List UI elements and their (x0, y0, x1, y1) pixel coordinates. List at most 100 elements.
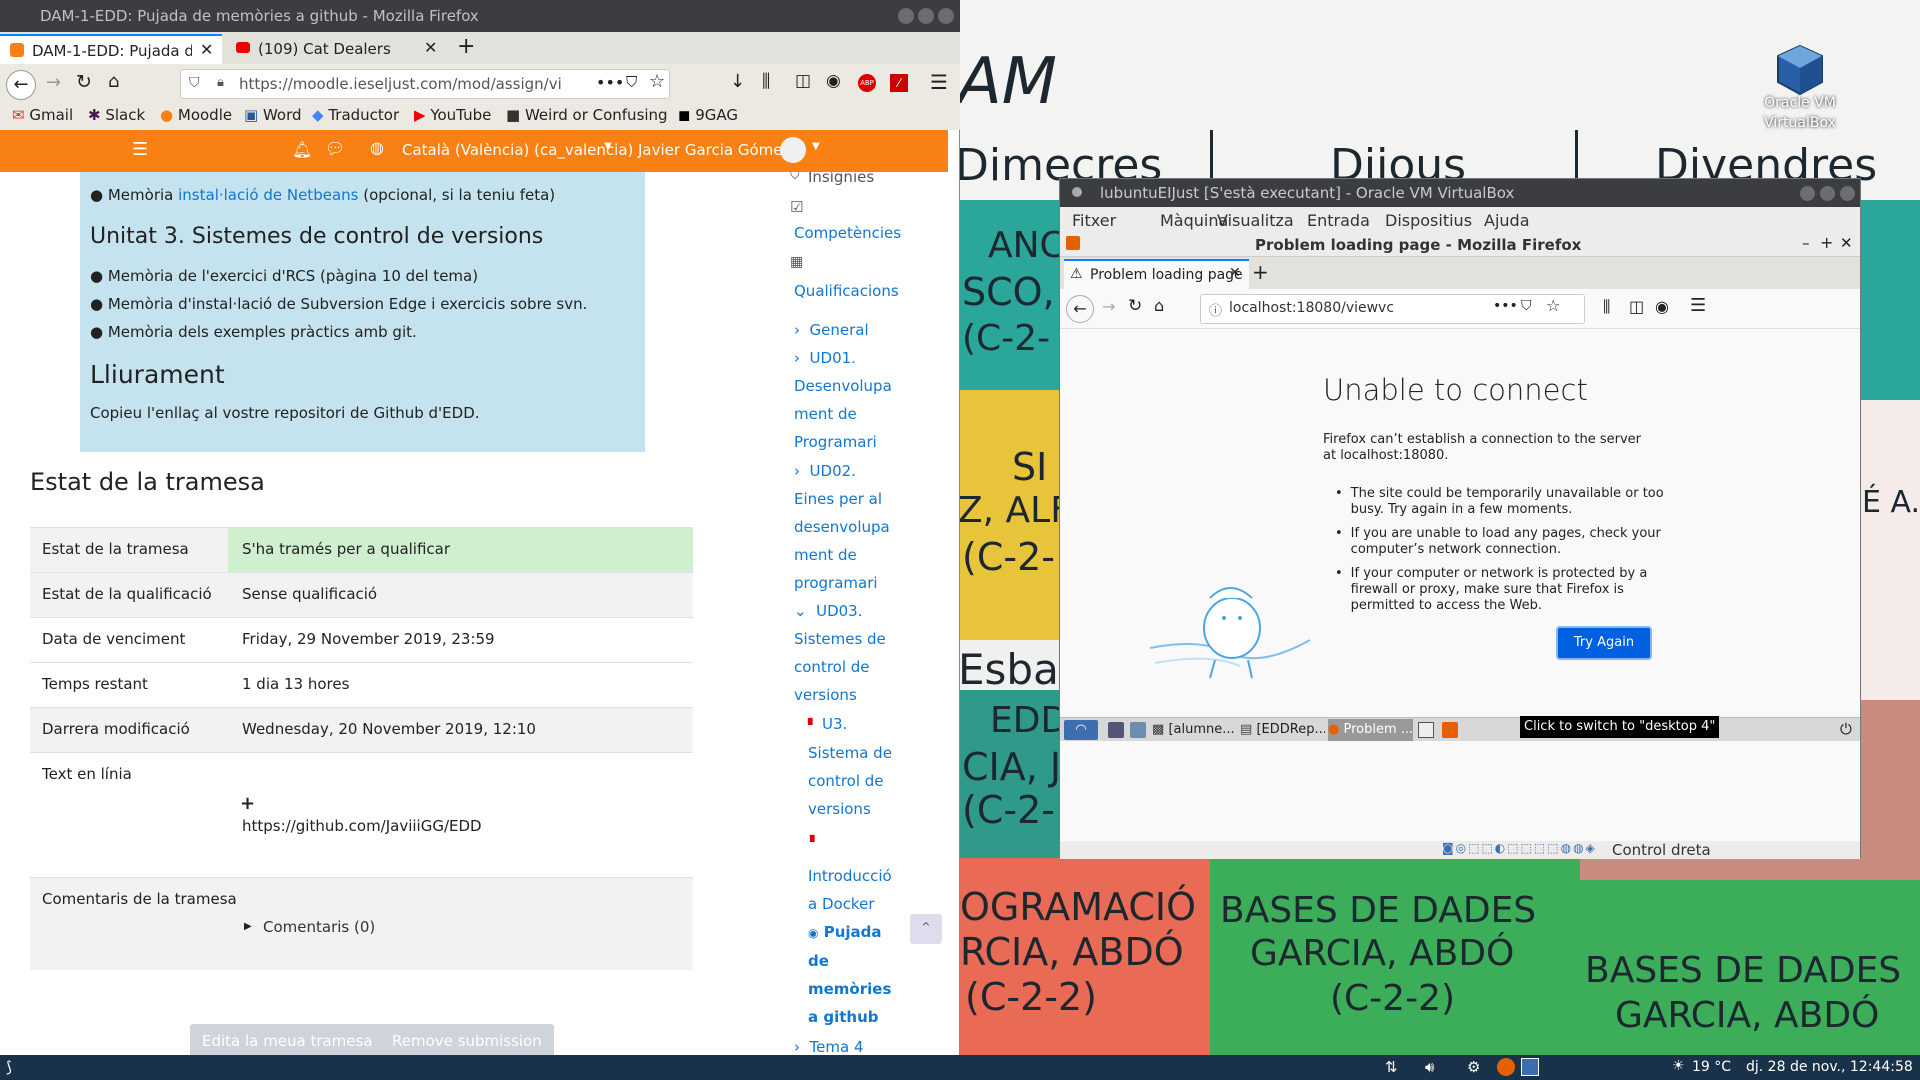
home-button[interactable]: ⌂ (1154, 296, 1164, 315)
maximize-button[interactable] (1820, 186, 1835, 201)
expand-plus-icon[interactable]: + (240, 793, 255, 814)
home-button[interactable]: ⌂ (108, 71, 119, 92)
minimize-button[interactable]: – (1802, 234, 1810, 252)
network-icon[interactable]: ⇅ (1385, 1058, 1398, 1076)
user-name[interactable]: Javier Garcia Gómez (638, 141, 790, 159)
menu-visualitza[interactable]: Visualitza (1217, 211, 1294, 230)
url-bar[interactable]: ⛉ 🔒︎ https://moodle.ieseljust.com/mod/as… (180, 69, 670, 99)
close-tab-icon[interactable]: ✕ (1229, 265, 1241, 281)
device-status-icons[interactable]: ◙◎⬚⬚◐⬚⬚⬚⬚◍◍◈ (1442, 841, 1597, 855)
bookmark-weird[interactable]: ■ Weird or Confusing (506, 106, 668, 124)
bookmark-star-icon[interactable]: ☆ (649, 71, 665, 92)
virtualbox-desktop-icon[interactable] (1768, 42, 1832, 98)
nav-u3-resource[interactable]: ▘ U3. Sistema de control de versions (808, 710, 892, 823)
firefox-titlebar[interactable]: DAM-1-EDD: Pujada de memòries a github -… (0, 0, 960, 32)
taskbar-item-terminal[interactable]: ▩ [alumne... (1152, 719, 1237, 741)
notifications-bell-icon[interactable]: 🔔︎ (292, 140, 312, 159)
file-manager-icon[interactable] (1108, 722, 1124, 738)
virtualbox-titlebar[interactable]: lubuntuEIJust [S'està executant] - Oracl… (1060, 179, 1860, 207)
page-actions-icon[interactable]: ••• (1493, 298, 1518, 314)
extension-icon[interactable]: ⁄ (890, 74, 908, 92)
firefox-task-icon[interactable] (1497, 1058, 1515, 1076)
settings-gear-icon[interactable]: ⚙ (1467, 1058, 1480, 1076)
maximize-button[interactable] (918, 8, 934, 24)
bookmark-moodle[interactable]: ● Moodle (160, 106, 232, 124)
nav-general[interactable]: › General (794, 316, 869, 344)
bookmark-youtube[interactable]: ▶ YouTube (414, 106, 491, 124)
sidebar-icon[interactable]: ◫ (1629, 297, 1644, 316)
desktop-switch-icon[interactable] (1130, 722, 1146, 738)
tab-youtube[interactable]: (109) Cat Dealers ✕ (228, 34, 448, 64)
library-icon[interactable]: ⫼ (1603, 297, 1610, 317)
pocket-icon[interactable]: ⛉ (626, 73, 637, 91)
library-icon[interactable]: ⫼ (762, 71, 770, 92)
nav-ud01[interactable]: › UD01. Desenvolupa ment de Programari (794, 344, 892, 456)
bookmark-9gag[interactable]: ◼ 9GAG (678, 106, 738, 124)
window-icon[interactable] (1418, 722, 1434, 738)
menu-ajuda[interactable]: Ajuda (1484, 211, 1530, 230)
menu-dispositius[interactable]: Dispositius (1385, 211, 1472, 230)
nav-insignies[interactable]: Insígnies (808, 172, 874, 186)
power-icon[interactable]: ⏻ (1840, 720, 1852, 738)
reload-button[interactable]: ↻ (1128, 296, 1142, 316)
scroll-to-top-button[interactable]: ⌃ (910, 914, 942, 944)
nav-drawer-toggle-icon[interactable]: ☰ (132, 139, 148, 160)
virtualbox-task-icon[interactable] (1521, 1058, 1539, 1076)
new-tab-button[interactable]: + (457, 34, 475, 59)
bookmark-slack[interactable]: ✱ Slack (88, 106, 145, 124)
tab-moodle[interactable]: DAM-1-EDD: Pujada de ✕ (0, 34, 222, 64)
netbeans-link[interactable]: instal·lació de Netbeans (178, 186, 358, 204)
edit-submission-button[interactable]: Edita la meua tramesa (190, 1024, 385, 1055)
lubuntu-menu-icon[interactable]: ◠ (1064, 720, 1098, 740)
volume-icon[interactable]: 🔊︎ (1425, 1058, 1434, 1076)
close-window-button[interactable] (938, 8, 954, 24)
back-button[interactable]: ← (6, 70, 36, 100)
nav-competencies[interactable]: Competències (794, 224, 901, 242)
bookmark-word[interactable]: ▣ Word (244, 106, 302, 124)
avatar[interactable] (780, 137, 806, 163)
taskbar-item-firefox[interactable]: ● Problem ... (1328, 719, 1413, 741)
bookmark-star-icon[interactable]: ☆ (1546, 296, 1560, 315)
forward-button[interactable]: → (1102, 297, 1115, 316)
info-icon[interactable]: ⓘ (1209, 300, 1222, 319)
firefox-icon[interactable] (1442, 722, 1458, 738)
nav-docker-resource[interactable]: Introducció a Docker (808, 862, 892, 918)
close-tab-icon[interactable]: ✕ (200, 40, 213, 59)
start-menu-icon[interactable]: ⟆ (6, 1058, 12, 1076)
page-actions-icon[interactable]: ••• (596, 73, 624, 92)
account-icon[interactable]: ◉ (1655, 297, 1669, 316)
remove-submission-button[interactable]: Remove submission (380, 1024, 554, 1055)
close-window-button[interactable]: ✕ (1840, 234, 1853, 252)
bookmark-gmail[interactable]: ✉ Gmail (12, 106, 73, 124)
close-window-button[interactable] (1840, 186, 1855, 201)
forward-button[interactable]: → (46, 72, 61, 93)
nav-qualificacions[interactable]: Qualificacions (794, 282, 899, 300)
nav-pujada-current[interactable]: ◉ Pujada de memòries a github (808, 918, 891, 1031)
menu-entrada[interactable]: Entrada (1307, 211, 1370, 230)
sidebar-icon[interactable]: ◫ (795, 71, 811, 91)
bookmark-traductor[interactable]: ◆ Traductor (312, 106, 399, 124)
comments-link[interactable]: Comentaris (0) (263, 918, 375, 936)
pocket-icon[interactable]: ⛉ (1521, 298, 1532, 314)
messages-icon[interactable]: 💬︎ (325, 139, 345, 158)
new-tab-button[interactable]: + (1252, 260, 1269, 284)
clock[interactable]: dj. 28 de nov., 12:44:58 (1746, 1059, 1913, 1075)
nav-ud02[interactable]: › UD02. Eines per al desenvolupa ment de… (794, 457, 890, 597)
minimize-button[interactable] (1800, 186, 1815, 201)
nav-tema4[interactable]: › Tema 4 (794, 1038, 864, 1055)
lock-icon[interactable]: 🔒︎ (217, 75, 224, 90)
nav-ud03[interactable]: ⌄ UD03. Sistemes de control de versions (794, 597, 886, 709)
close-tab-icon[interactable]: ✕ (424, 38, 437, 57)
guest-firefox-titlebar[interactable]: Problem loading page - Mozilla Firefox –… (1060, 233, 1860, 257)
menu-fitxer[interactable]: Fitxer (1072, 211, 1116, 230)
account-icon[interactable]: ◉ (826, 71, 841, 91)
tab-problem-loading[interactable]: ⚠ Problem loading page ✕ (1064, 259, 1249, 289)
guest-url-bar[interactable]: ⓘ localhost:18080/viewvc ••• ⛉ ☆ (1200, 294, 1585, 324)
back-button[interactable]: ← (1066, 295, 1094, 323)
menu-hamburger-icon[interactable]: ☰ (930, 70, 948, 94)
maximize-button[interactable]: + (1820, 233, 1833, 252)
try-again-button[interactable]: Try Again (1558, 628, 1650, 658)
chevron-right-icon[interactable]: ▶ (244, 921, 252, 932)
minimize-button[interactable] (898, 8, 914, 24)
globe-icon[interactable]: ◍ (370, 138, 384, 157)
